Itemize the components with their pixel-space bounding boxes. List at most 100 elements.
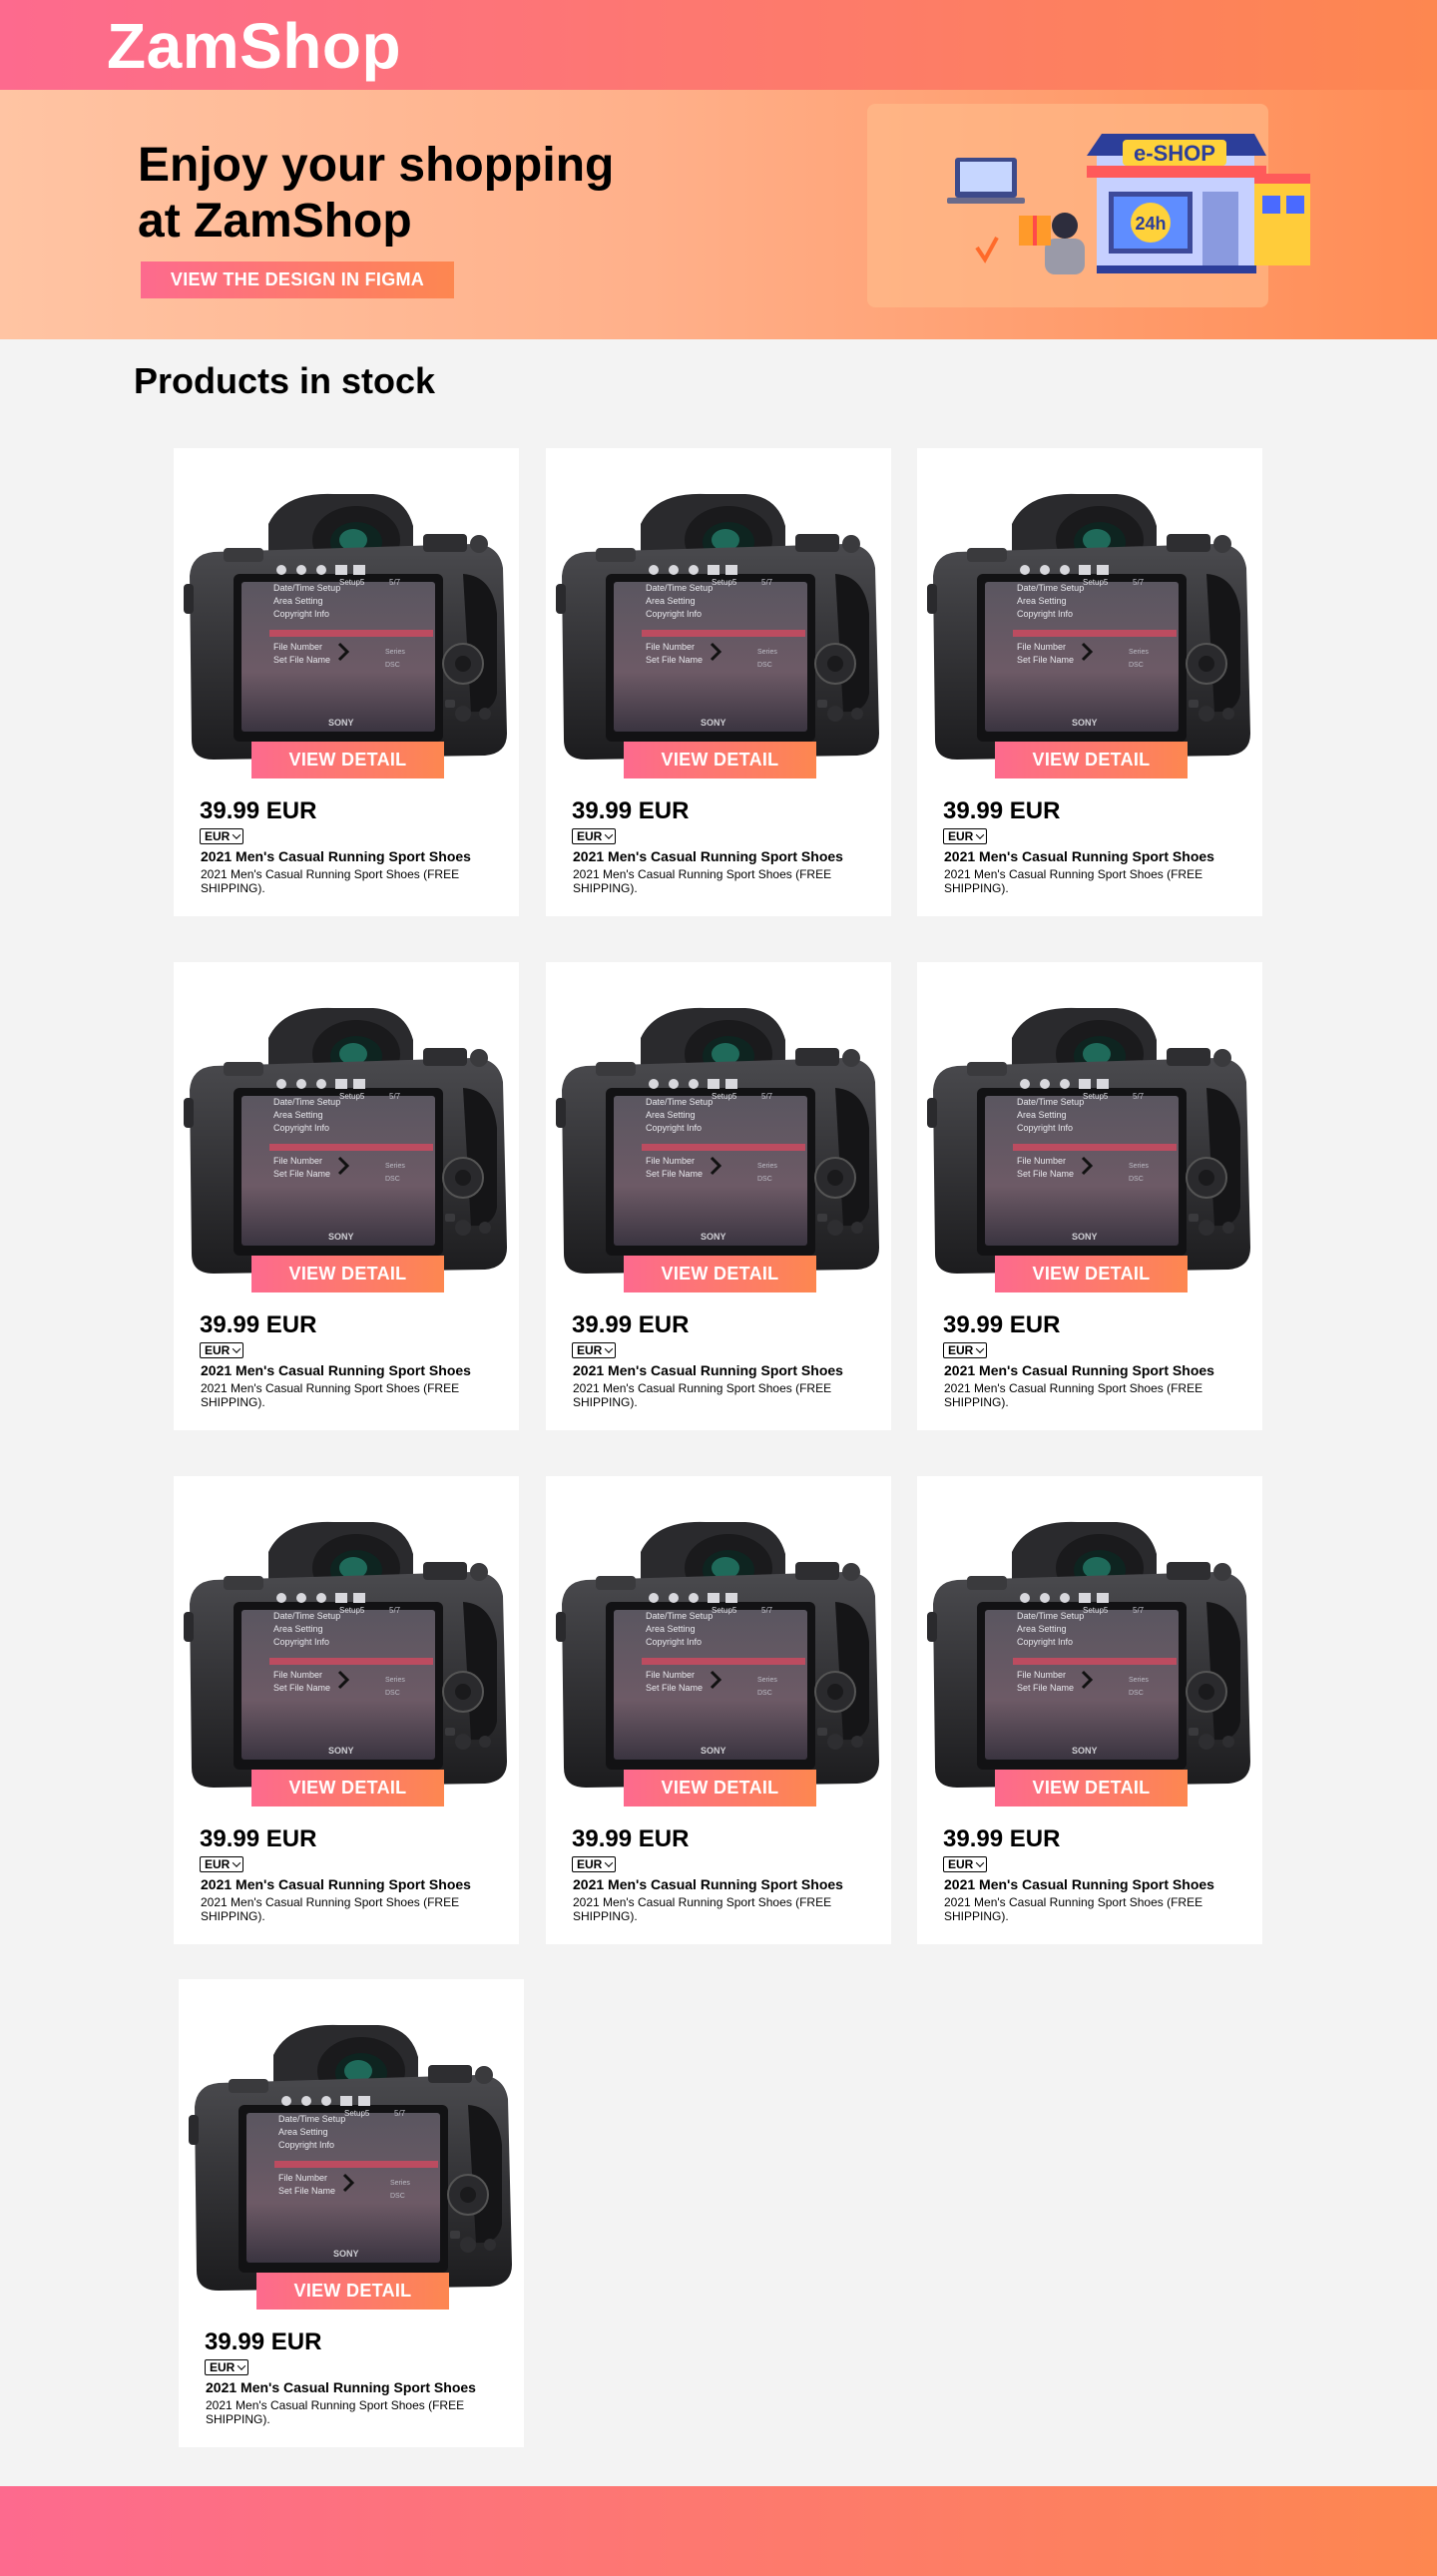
- chevron-down-icon: [605, 1344, 614, 1353]
- view-detail-button[interactable]: VIEW DETAIL: [995, 1770, 1188, 1806]
- currency-select[interactable]: EUR: [943, 1342, 988, 1358]
- svg-text:Date/Time Setup: Date/Time Setup: [646, 583, 713, 593]
- currency-select[interactable]: EUR: [200, 828, 244, 844]
- chevron-down-icon: [238, 2361, 246, 2370]
- view-design-button[interactable]: VIEW THE DESIGN IN FIGMA: [141, 261, 454, 298]
- product-name: 2021 Men's Casual Running Sport Shoes: [201, 1362, 471, 1378]
- currency-select[interactable]: EUR: [572, 828, 617, 844]
- hero-illustration-panel: e-SHOP 24h: [867, 104, 1310, 307]
- svg-text:Setup5: Setup5: [339, 578, 365, 587]
- currency-value: EUR: [205, 1856, 231, 1871]
- product-description: 2021 Men's Casual Running Sport Shoes (F…: [573, 867, 832, 895]
- view-detail-button[interactable]: VIEW DETAIL: [251, 742, 444, 778]
- svg-text:SONY: SONY: [701, 1232, 726, 1242]
- svg-text:Set File Name: Set File Name: [646, 1169, 703, 1179]
- product-description: 2021 Men's Casual Running Sport Shoes (F…: [201, 1381, 460, 1409]
- camera-icon: Setup5 5/7 Date/Time Setup Area Setting Co…: [174, 464, 519, 769]
- product-name: 2021 Men's Casual Running Sport Shoes: [206, 2379, 476, 2395]
- svg-text:Area Setting: Area Setting: [1017, 1624, 1067, 1634]
- view-detail-button[interactable]: VIEW DETAIL: [624, 742, 816, 778]
- svg-text:SONY: SONY: [1072, 1232, 1098, 1242]
- product-description: 2021 Men's Casual Running Sport Shoes (F…: [944, 1895, 1203, 1923]
- svg-text:Copyright Info: Copyright Info: [278, 2140, 334, 2150]
- currency-select[interactable]: EUR: [205, 2359, 249, 2375]
- svg-text:DSC: DSC: [385, 662, 400, 669]
- svg-text:SONY: SONY: [1072, 1746, 1098, 1756]
- svg-text:DSC: DSC: [1129, 1176, 1144, 1183]
- currency-value: EUR: [205, 1342, 231, 1357]
- svg-text:Date/Time Setup: Date/Time Setup: [273, 583, 340, 593]
- svg-text:5/7: 5/7: [394, 2109, 406, 2118]
- svg-text:Date/Time Setup: Date/Time Setup: [273, 1097, 340, 1107]
- view-detail-button[interactable]: VIEW DETAIL: [251, 1770, 444, 1806]
- currency-select[interactable]: EUR: [943, 828, 988, 844]
- product-price: 39.99 EUR: [200, 1825, 317, 1852]
- camera-icon: Setup5 5/7 Date/Time Setup Area Setting Co…: [546, 1492, 891, 1797]
- svg-text:SONY: SONY: [328, 1746, 354, 1756]
- currency-select[interactable]: EUR: [943, 1856, 988, 1872]
- currency-value: EUR: [948, 1342, 974, 1357]
- svg-text:5/7: 5/7: [1133, 1092, 1145, 1101]
- currency-value: EUR: [577, 1342, 603, 1357]
- view-detail-button[interactable]: VIEW DETAIL: [624, 1256, 816, 1292]
- svg-text:5/7: 5/7: [389, 1092, 401, 1101]
- svg-text:Set File Name: Set File Name: [1017, 655, 1074, 665]
- svg-text:Set File Name: Set File Name: [278, 2186, 335, 2196]
- product-price: 39.99 EUR: [205, 2328, 322, 2355]
- currency-select[interactable]: EUR: [572, 1342, 617, 1358]
- svg-text:Set File Name: Set File Name: [646, 1683, 703, 1693]
- svg-text:5/7: 5/7: [389, 1606, 401, 1615]
- svg-text:File Number: File Number: [273, 642, 322, 652]
- svg-text:DSC: DSC: [1129, 662, 1144, 669]
- currency-select[interactable]: EUR: [200, 1342, 244, 1358]
- view-detail-button[interactable]: VIEW DETAIL: [251, 1256, 444, 1292]
- svg-text:Date/Time Setup: Date/Time Setup: [646, 1097, 713, 1107]
- svg-text:SONY: SONY: [701, 1746, 726, 1756]
- svg-text:5/7: 5/7: [389, 578, 401, 587]
- product-description: 2021 Men's Casual Running Sport Shoes (F…: [201, 867, 460, 895]
- currency-select[interactable]: EUR: [200, 1856, 244, 1872]
- svg-text:File Number: File Number: [1017, 1156, 1066, 1166]
- currency-select[interactable]: EUR: [572, 1856, 617, 1872]
- chevron-down-icon: [976, 1344, 985, 1353]
- top-bar: ZamShop: [0, 0, 1437, 90]
- site-logo[interactable]: ZamShop: [107, 6, 401, 86]
- product-name: 2021 Men's Casual Running Sport Shoes: [944, 848, 1214, 864]
- svg-text:Set File Name: Set File Name: [273, 655, 330, 665]
- svg-text:Date/Time Setup: Date/Time Setup: [278, 2114, 345, 2124]
- svg-text:Area Setting: Area Setting: [278, 2127, 328, 2137]
- camera-icon: Setup5 5/7 Date/Time Setup Area Setting Co…: [917, 978, 1262, 1283]
- product-card: Setup5 5/7 Date/Time Setup Area Setting Co…: [174, 962, 519, 1430]
- svg-text:Series: Series: [385, 1163, 405, 1170]
- product-card: Setup5 5/7 Date/Time Setup Area Setting Co…: [917, 1476, 1262, 1944]
- svg-text:SONY: SONY: [328, 718, 354, 728]
- svg-text:Copyright Info: Copyright Info: [273, 609, 329, 619]
- svg-text:Setup5: Setup5: [712, 1092, 737, 1101]
- product-name: 2021 Men's Casual Running Sport Shoes: [573, 1876, 843, 1892]
- product-card: Setup5 5/7 Date/Time Setup Area Setting Co…: [546, 1476, 891, 1944]
- svg-text:Setup5: Setup5: [712, 578, 737, 587]
- footer-bar: [0, 2486, 1437, 2576]
- chevron-down-icon: [233, 830, 241, 839]
- camera-icon: Setup5 5/7 Date/Time Setup Area Setting Co…: [546, 978, 891, 1283]
- svg-text:Series: Series: [390, 2180, 410, 2187]
- svg-text:Copyright Info: Copyright Info: [1017, 609, 1073, 619]
- view-detail-button[interactable]: VIEW DETAIL: [256, 2273, 449, 2310]
- currency-value: EUR: [210, 2359, 236, 2374]
- svg-text:File Number: File Number: [646, 1670, 695, 1680]
- svg-text:File Number: File Number: [273, 1670, 322, 1680]
- camera-icon: Setup5 5/7 Date/Time Setup Area Setting Co…: [917, 464, 1262, 769]
- camera-icon: Setup5 5/7 Date/Time Setup Area Setting Co…: [174, 1492, 519, 1797]
- product-description: 2021 Men's Casual Running Sport Shoes (F…: [573, 1895, 832, 1923]
- view-detail-button[interactable]: VIEW DETAIL: [995, 742, 1188, 778]
- hero-title: Enjoy your shopping at ZamShop: [138, 138, 657, 250]
- view-detail-button[interactable]: VIEW DETAIL: [624, 1770, 816, 1806]
- svg-text:DSC: DSC: [757, 662, 772, 669]
- svg-text:DSC: DSC: [757, 1176, 772, 1183]
- svg-text:Set File Name: Set File Name: [1017, 1169, 1074, 1179]
- product-description: 2021 Men's Casual Running Sport Shoes (F…: [573, 1381, 832, 1409]
- svg-text:Area Setting: Area Setting: [646, 1110, 696, 1120]
- view-detail-button[interactable]: VIEW DETAIL: [995, 1256, 1188, 1292]
- product-name: 2021 Men's Casual Running Sport Shoes: [944, 1362, 1214, 1378]
- svg-text:5/7: 5/7: [761, 1606, 773, 1615]
